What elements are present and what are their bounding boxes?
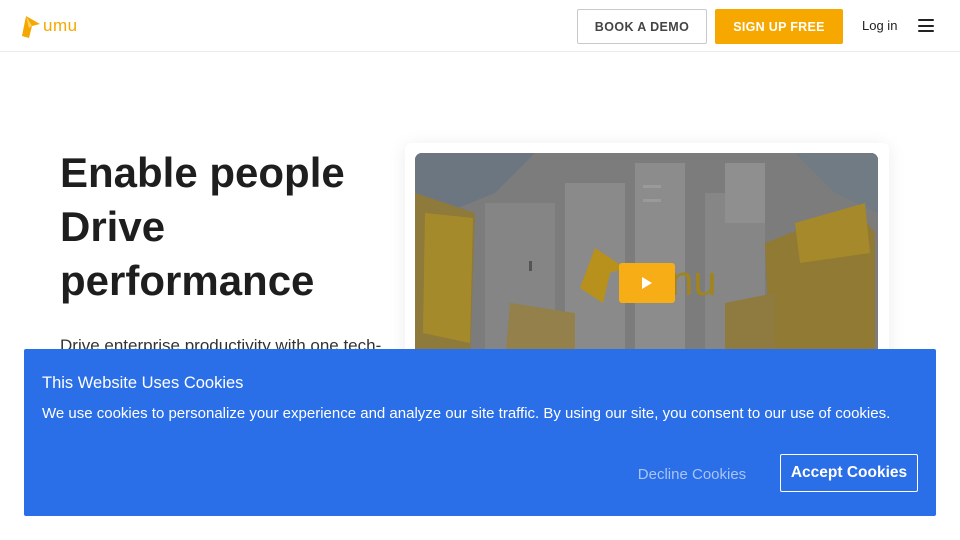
cookie-banner-title: This Website Uses Cookies bbox=[42, 374, 244, 392]
video-logo-text: nu bbox=[670, 257, 717, 304]
logo-text: umu bbox=[43, 16, 78, 35]
login-link[interactable]: Log in bbox=[862, 18, 897, 33]
site-header: umu BOOK A DEMO SIGN UP FREE Log in bbox=[0, 0, 960, 52]
sign-up-button[interactable]: SIGN UP FREE bbox=[715, 9, 843, 44]
decline-cookies-button[interactable]: Decline Cookies bbox=[626, 456, 758, 492]
play-icon bbox=[642, 277, 652, 289]
hamburger-menu-icon[interactable] bbox=[918, 19, 934, 33]
play-button[interactable] bbox=[619, 263, 675, 303]
umu-logo-icon bbox=[22, 16, 40, 38]
video-thumbnail: nu bbox=[415, 153, 878, 363]
hero-title-line: Enable people bbox=[60, 149, 345, 196]
book-demo-button[interactable]: BOOK A DEMO bbox=[577, 9, 707, 44]
accept-cookies-button[interactable]: Accept Cookies bbox=[780, 454, 918, 492]
video-player[interactable]: nu bbox=[415, 153, 878, 363]
hero-title-line: performance bbox=[60, 257, 315, 304]
cookie-banner-text: We use cookies to personalize your exper… bbox=[42, 405, 891, 422]
umu-logo[interactable]: umu bbox=[20, 13, 78, 39]
hero-title-line: Drive bbox=[60, 203, 166, 250]
hero-title: Enable people Drive performance bbox=[60, 146, 390, 308]
